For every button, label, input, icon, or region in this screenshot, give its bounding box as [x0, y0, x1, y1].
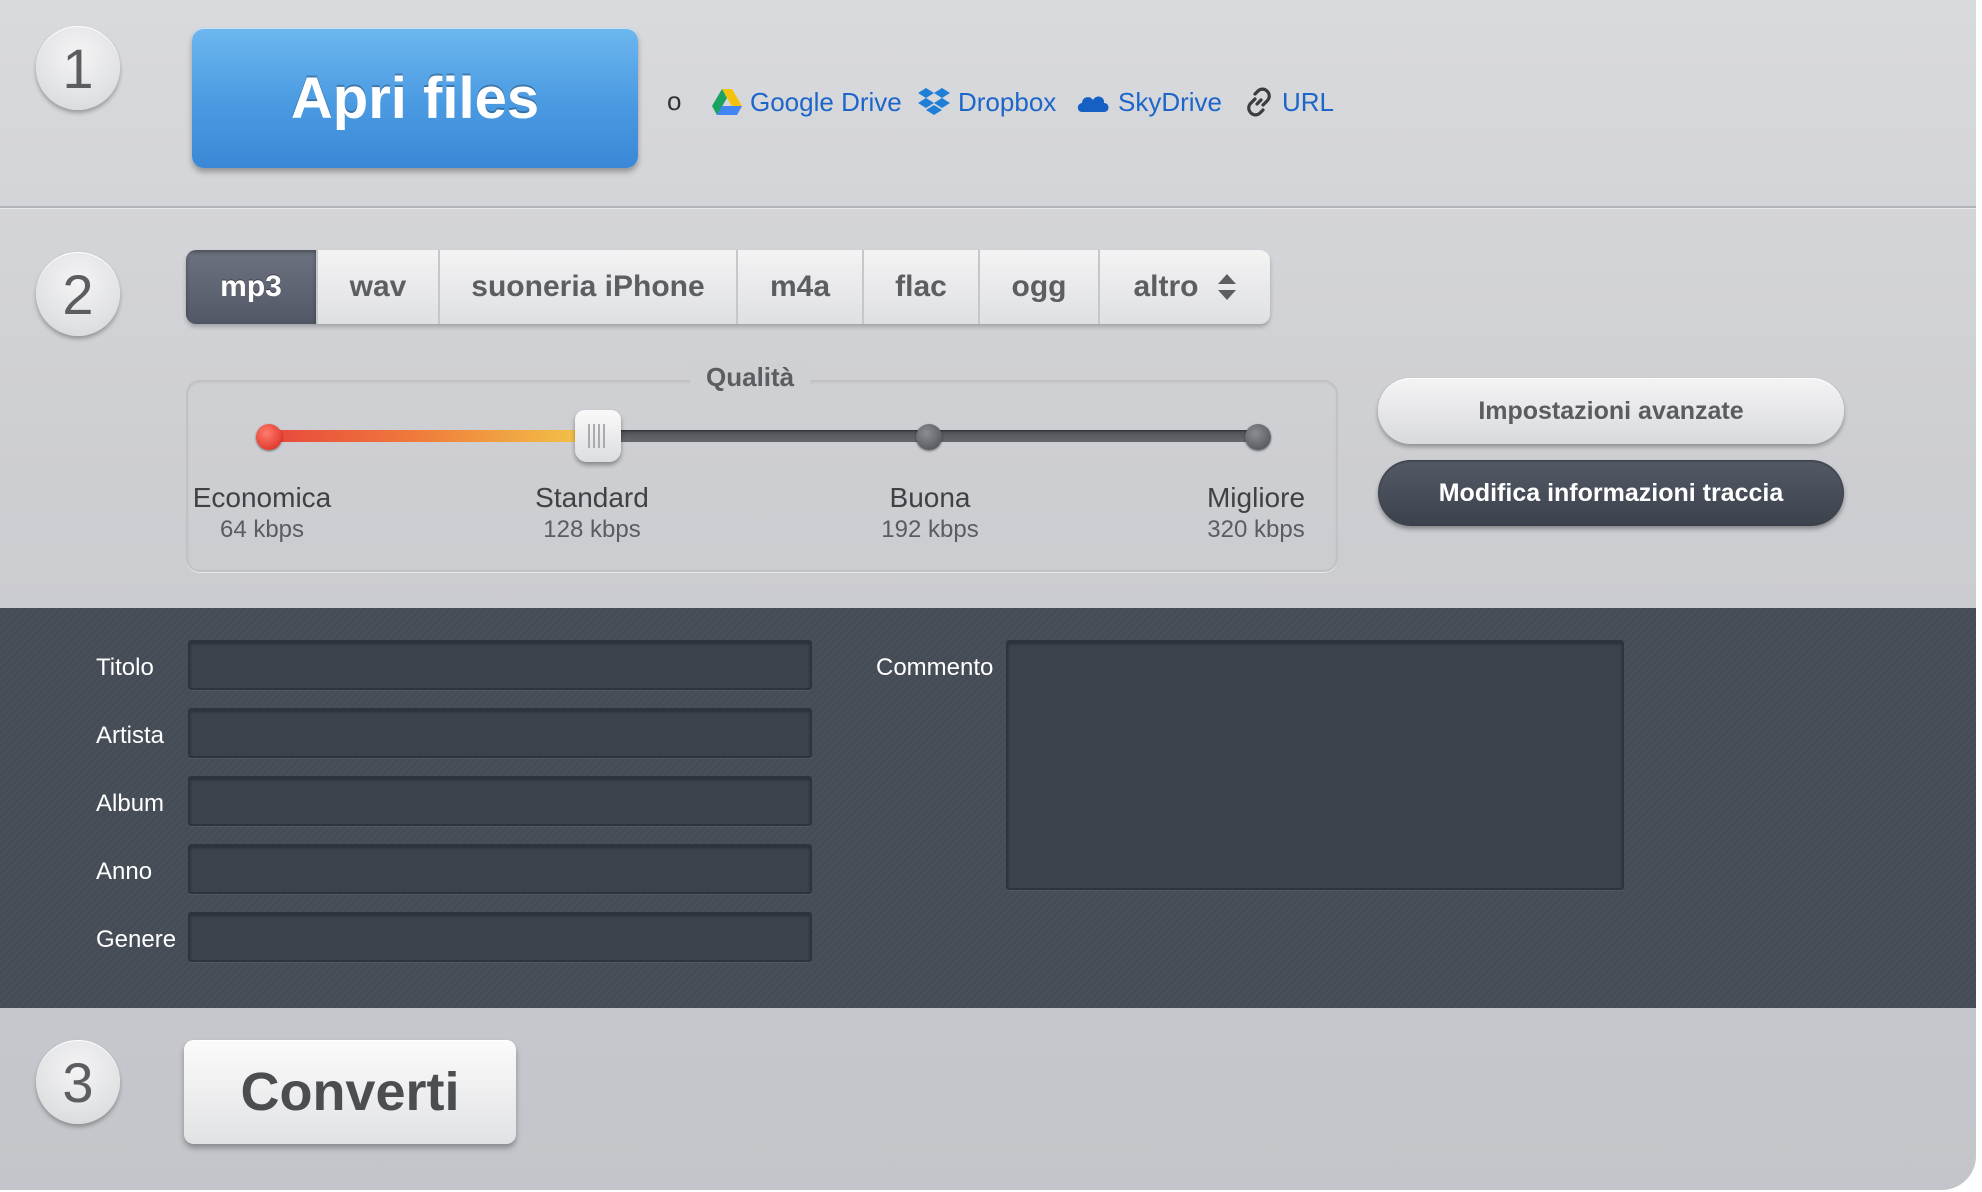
or-text: o — [667, 86, 682, 116]
step-number-2: 2 — [36, 252, 120, 336]
skydrive-icon — [1076, 90, 1110, 114]
advanced-settings-button[interactable]: Impostazioni avanzate — [1378, 378, 1844, 444]
quality-level-rate: 320 kbps — [1207, 516, 1305, 543]
year-input[interactable] — [188, 844, 812, 894]
open-files-button[interactable]: Apri files — [192, 28, 638, 168]
quality-level-migliore: Migliore 320 kbps — [1156, 482, 1356, 544]
title-label: Titolo — [96, 654, 154, 681]
tab-ogg[interactable]: ogg — [980, 250, 1100, 324]
slider-stop-buona[interactable] — [916, 424, 942, 450]
genre-label: Genere — [96, 926, 177, 953]
quality-level-rate: 128 kbps — [543, 516, 641, 543]
converter-panel: 1 Apri files o Google Drive Dropbox SkyD… — [0, 0, 1976, 1190]
dropbox-link[interactable]: Dropbox — [918, 84, 1056, 120]
album-input[interactable] — [188, 776, 812, 826]
artist-input[interactable] — [188, 708, 812, 758]
tab-m4a[interactable]: m4a — [738, 250, 864, 324]
dropbox-label: Dropbox — [958, 86, 1057, 117]
dropbox-icon — [918, 87, 950, 117]
google-drive-icon — [712, 88, 742, 116]
tab-wav[interactable]: wav — [318, 250, 440, 324]
title-input[interactable] — [188, 640, 812, 690]
quality-level-name: Economica — [192, 482, 332, 513]
artist-label: Artista — [96, 722, 165, 749]
up-down-arrows-icon — [1217, 272, 1237, 302]
comment-textarea[interactable] — [1006, 640, 1624, 890]
slider-stop-migliore[interactable] — [1245, 424, 1271, 450]
convert-button[interactable]: Converti — [184, 1040, 516, 1144]
comment-label: Commento — [876, 654, 994, 681]
skydrive-label: SkyDrive — [1118, 86, 1223, 117]
tab-suoneria-iphone[interactable]: suoneria iPhone — [440, 250, 738, 324]
format-tabs: mp3 wav suoneria iPhone m4a flac ogg alt… — [186, 250, 1270, 324]
quality-level-standard: Standard 128 kbps — [492, 482, 692, 544]
url-label: URL — [1282, 86, 1335, 117]
quality-level-name: Buona — [889, 482, 971, 513]
tab-flac[interactable]: flac — [864, 250, 980, 324]
grip-icon — [587, 424, 608, 448]
quality-level-economica: Economica 64 kbps — [162, 482, 362, 544]
google-drive-link[interactable]: Google Drive — [712, 84, 902, 120]
slider-stop-economica[interactable] — [256, 424, 282, 450]
quality-level-buona: Buona 192 kbps — [830, 482, 1030, 544]
link-icon — [1244, 87, 1274, 117]
url-link[interactable]: URL — [1244, 84, 1334, 120]
quality-level-rate: 192 kbps — [881, 516, 979, 543]
tab-mp3[interactable]: mp3 — [186, 250, 318, 324]
skydrive-link[interactable]: SkyDrive — [1076, 84, 1222, 120]
divider — [0, 206, 1976, 209]
quality-level-rate: 64 kbps — [219, 516, 305, 543]
tab-altro-label: altro — [1133, 270, 1199, 303]
album-label: Album — [96, 790, 165, 817]
edit-track-info-button[interactable]: Modifica informazioni traccia — [1378, 460, 1844, 526]
quality-slider-handle[interactable] — [574, 410, 621, 462]
google-drive-label: Google Drive — [750, 86, 902, 117]
year-label: Anno — [96, 858, 153, 885]
step-number-1: 1 — [36, 26, 120, 110]
quality-title: Qualità — [690, 362, 811, 393]
tab-altro[interactable]: altro — [1100, 250, 1270, 324]
quality-slider-fill — [268, 430, 598, 442]
quality-level-name: Migliore — [1206, 482, 1306, 513]
step-number-3: 3 — [36, 1040, 120, 1124]
quality-level-name: Standard — [535, 482, 649, 513]
genre-input[interactable] — [188, 912, 812, 962]
